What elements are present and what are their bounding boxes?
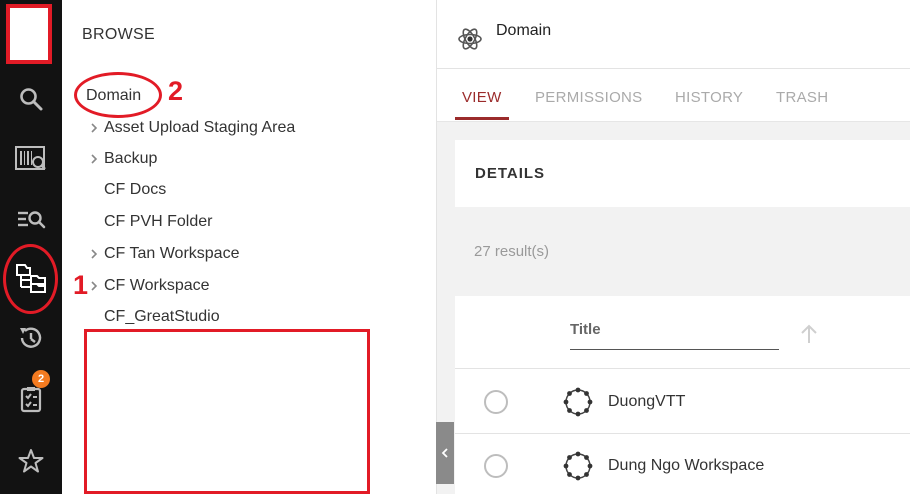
tree-item[interactable]: CF PVH Folder [104,210,212,234]
browse-title: BROWSE [82,26,155,43]
collapse-panel-button[interactable] [436,422,454,484]
sort-arrow-up-icon[interactable] [799,323,819,345]
star-icon [18,449,44,473]
rail-history-button[interactable] [0,313,62,363]
chevron-right-icon[interactable] [88,122,100,134]
chevron-right-icon[interactable] [88,280,100,292]
document-title: Domain [496,22,552,39]
results-table: Title DuongVTT Dung Ngo Workspace [455,296,910,494]
annotation-circle-domain [74,72,162,118]
tab-bar: VIEW PERMISSIONS HISTORY TRASH [437,69,910,122]
tasks-icon [20,387,42,413]
tree-item-label: CF PVH Folder [104,213,213,230]
tree-item[interactable]: CF Docs [104,178,166,202]
details-title: DETAILS [475,165,546,182]
annotation-empty-box [84,329,370,494]
tab-permissions[interactable]: PERMISSIONS [535,89,643,106]
tree-item-label: Backup [104,150,158,167]
annotation-marker-2: 2 [168,76,184,106]
app-logo[interactable] [6,4,52,64]
chevron-right-icon[interactable] [88,248,100,260]
chevron-right-icon[interactable] [88,153,100,165]
rail-search-button[interactable] [0,74,62,124]
tree-item-label: CF Docs [104,181,167,198]
list-search-icon [18,211,46,229]
rail-tasks-button[interactable] [0,374,62,424]
tree-item[interactable]: CF Workspace [88,274,210,298]
row-separator [455,433,910,434]
tab-view[interactable]: VIEW [462,89,502,106]
column-header-underline [570,349,779,350]
row-title[interactable]: DuongVTT [608,393,685,411]
tab-trash[interactable]: TRASH [776,89,828,106]
tree-item-label: Asset Upload Staging Area [104,119,296,136]
rail-scan-button[interactable] [0,134,62,184]
chevron-left-icon [441,448,448,458]
details-card: DETAILS [455,140,910,207]
workspace-icon [563,387,593,417]
tree-item[interactable]: CF Tan Workspace [88,242,239,266]
tree-item-label: CF_GreatStudio [104,308,220,325]
tree-item-label: CF Tan Workspace [104,245,240,262]
history-icon [20,327,42,348]
table-row[interactable]: Dung Ngo Workspace [455,436,910,500]
tasks-badge: 2 [32,370,50,388]
barcode-scan-icon [15,146,46,170]
annotation-circle-browse [3,244,58,314]
document-header: Domain [437,0,910,69]
row-select-radio[interactable] [484,454,508,478]
main-panel: Domain VIEW PERMISSIONS HISTORY TRASH DE… [437,0,910,494]
rail-list-search-button[interactable] [0,194,62,244]
row-select-radio[interactable] [484,390,508,414]
tree-item-label: CF Workspace [104,277,210,294]
row-title[interactable]: Dung Ngo Workspace [608,457,764,475]
annotation-marker-1: 1 [73,270,89,300]
active-tab-indicator [455,117,509,120]
table-row[interactable]: DuongVTT [455,372,910,436]
results-count: 27 result(s) [474,243,550,260]
tree-item[interactable]: Asset Upload Staging Area [88,116,295,140]
tree-item[interactable]: Backup [88,147,157,171]
search-icon [20,88,43,111]
column-header-title[interactable]: Title [570,321,601,338]
row-separator [455,368,910,369]
rail-favorites-button[interactable] [0,436,62,486]
tree-item[interactable]: CF_GreatStudio [104,305,220,329]
domain-atom-icon [458,28,482,50]
tab-history[interactable]: HISTORY [675,89,743,106]
workspace-icon [563,451,593,481]
